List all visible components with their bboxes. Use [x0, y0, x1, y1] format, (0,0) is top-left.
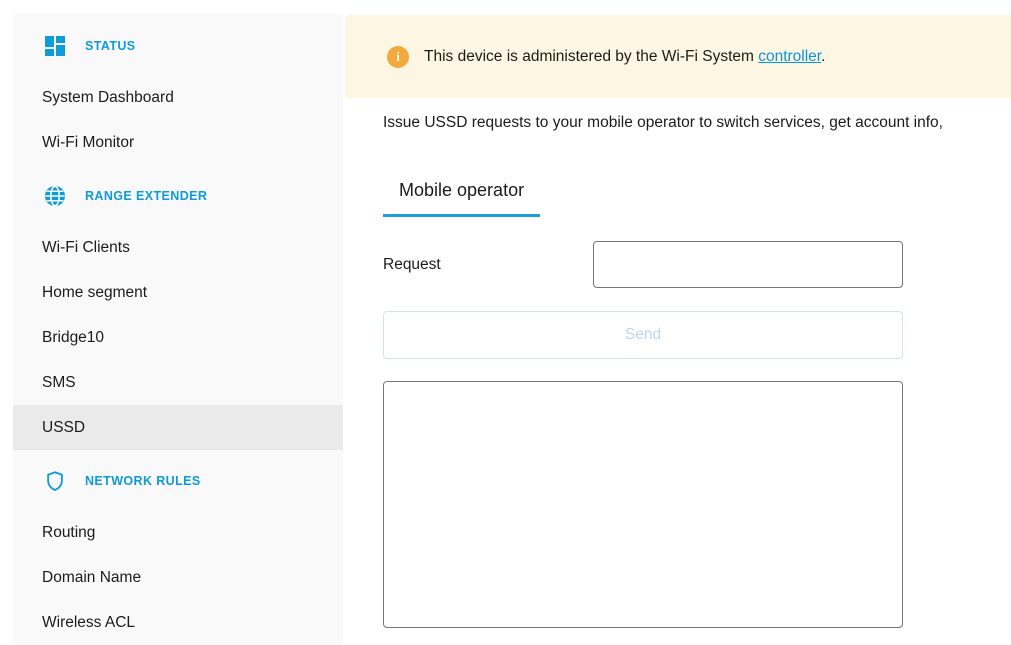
sidebar-item-wi-fi-clients[interactable]: Wi-Fi Clients — [13, 225, 343, 270]
admin-notice-banner: i This device is administered by the Wi-… — [345, 15, 1011, 98]
dashboard-icon — [44, 35, 66, 57]
sidebar-item-ussd[interactable]: USSD — [13, 405, 343, 450]
sidebar-item-routing[interactable]: Routing — [13, 510, 343, 555]
admin-notice-text-after: . — [821, 48, 825, 65]
shield-icon — [44, 470, 66, 492]
sidebar-item-wireless-acl[interactable]: Wireless ACL — [13, 600, 343, 645]
tab-bar: Mobile operator — [383, 174, 1011, 217]
controller-link[interactable]: controller — [758, 48, 821, 65]
sidebar-item-domain-name[interactable]: Domain Name — [13, 555, 343, 600]
response-output[interactable] — [383, 381, 903, 628]
sidebar-item-bridge10[interactable]: Bridge10 — [13, 315, 343, 360]
sidebar-item-system-dashboard[interactable]: System Dashboard — [13, 75, 343, 120]
info-icon: i — [387, 46, 409, 68]
sidebar-section-network-rules: NETWORK RULES — [13, 458, 343, 503]
globe-icon — [44, 185, 66, 207]
main-content: i This device is administered by the Wi-… — [345, 15, 1011, 628]
send-button[interactable]: Send — [383, 311, 903, 359]
tab-mobile-operator[interactable]: Mobile operator — [383, 174, 540, 217]
admin-notice-text-before: This device is administered by the Wi-Fi… — [424, 48, 758, 65]
sidebar-item-sms[interactable]: SMS — [13, 360, 343, 405]
request-row: Request — [383, 241, 903, 288]
sidebar-item-home-segment[interactable]: Home segment — [13, 270, 343, 315]
ussd-form: Request Send — [383, 241, 903, 628]
sidebar-item-wi-fi-monitor[interactable]: Wi-Fi Monitor — [13, 120, 343, 165]
sidebar-section-status: STATUS — [13, 23, 343, 68]
request-input[interactable] — [593, 241, 903, 288]
request-label: Request — [383, 256, 593, 274]
admin-notice-text: This device is administered by the Wi-Fi… — [424, 48, 825, 66]
sidebar: STATUS System Dashboard Wi-Fi Monitor RA… — [13, 14, 343, 645]
page-description: Issue USSD requests to your mobile opera… — [383, 114, 1011, 132]
sidebar-section-range-extender: RANGE EXTENDER — [13, 173, 343, 218]
